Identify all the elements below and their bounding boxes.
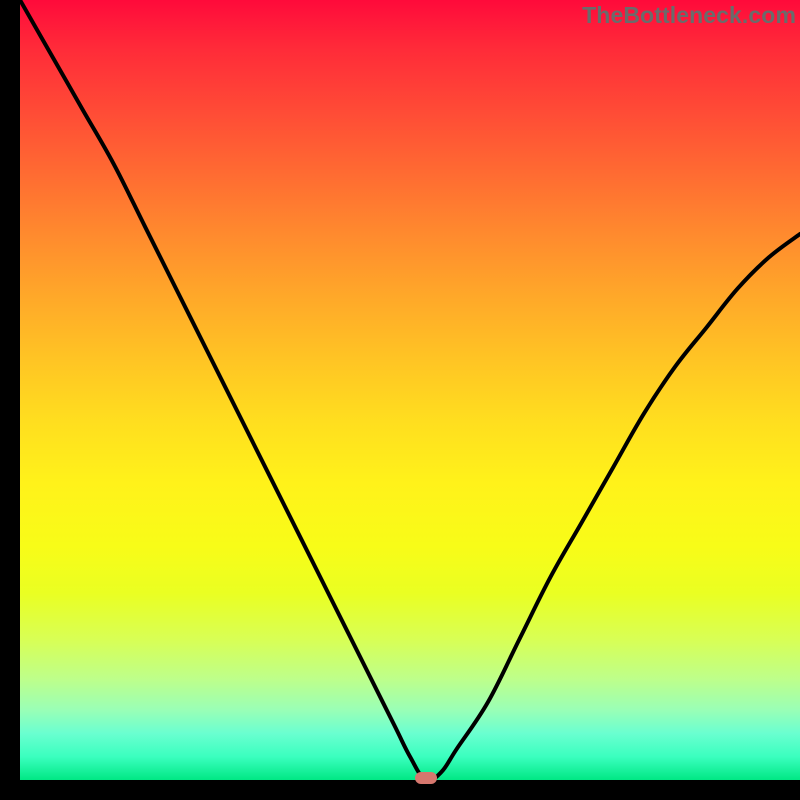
optimal-point-marker [415,772,437,784]
plot-area: TheBottleneck.com [20,0,800,780]
chart-container: TheBottleneck.com [0,0,800,800]
bottleneck-curve [20,0,800,780]
